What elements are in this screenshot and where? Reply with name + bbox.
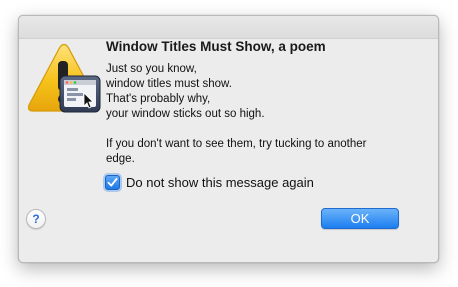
message-line: your window sticks out so high. [106,108,265,120]
help-button[interactable]: ? [26,209,46,229]
message-line: window titles must show. [106,78,232,90]
message-line: That's probably why, [106,93,211,105]
dont-show-again-row[interactable]: Do not show this message again [105,174,314,191]
checkmark-icon [107,177,118,187]
message-paragraph: If you don't want to see them, try tucki… [106,138,367,165]
warning-app-icon [26,43,102,119]
dialog-top-strip [19,16,438,39]
dialog-title: Window Titles Must Show, a poem [106,39,326,54]
ok-button[interactable]: OK [321,208,399,229]
dont-show-again-checkbox[interactable] [105,175,120,190]
checkbox-label[interactable]: Do not show this message again [126,175,314,190]
message-line: Just so you know, [106,63,197,75]
window-icon [59,75,101,113]
dialog-message: Just so you know, window titles must sho… [106,62,406,167]
